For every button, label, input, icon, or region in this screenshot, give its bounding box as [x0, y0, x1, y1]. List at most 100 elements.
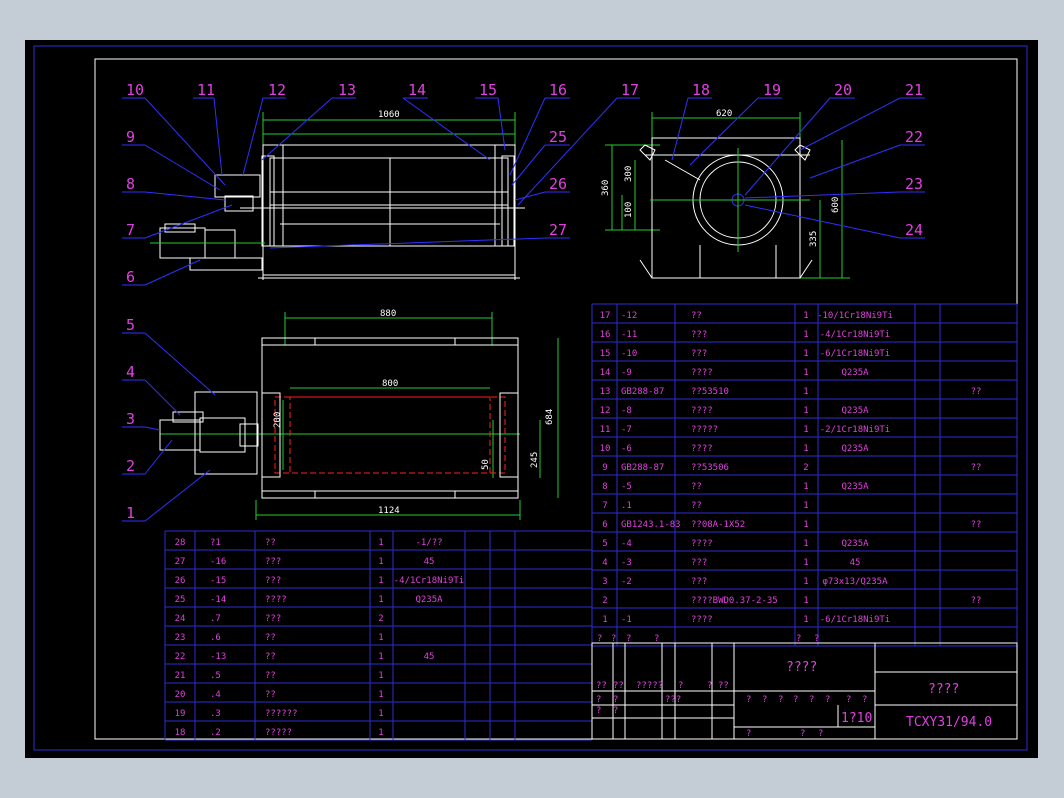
signature-cell: ?: [613, 706, 618, 716]
balloon-21: 21: [905, 81, 923, 99]
balloon-25: 25: [549, 128, 567, 146]
bom-right-cell: 6: [602, 520, 607, 530]
bom-right-cell: 17: [600, 311, 611, 321]
bom-right-cell: -10/1Cr18Ni9Ti: [817, 311, 893, 321]
balloon-17: 17: [621, 81, 639, 99]
bom-left-cell: ?????: [265, 728, 292, 738]
balloon-22: 22: [905, 128, 923, 146]
bom-right-cell: GB1243.1-83: [621, 520, 681, 530]
stage-cell: ?: [793, 695, 798, 705]
bom-left-cell: ??: [265, 652, 276, 662]
balloon-19: 19: [763, 81, 781, 99]
bom-right-cell: ????: [691, 406, 713, 416]
signature-cell: ??: [718, 681, 729, 691]
bom-right-cell: ????: [691, 615, 713, 625]
bom-right-cell: 1: [803, 596, 808, 606]
bom-left-cell: ?1: [210, 538, 221, 548]
bom-right-cell: 1: [803, 406, 808, 416]
dim-360: 360: [601, 180, 611, 196]
bom-left-cell: 1: [378, 728, 383, 738]
bom-left-cell: 22: [175, 652, 186, 662]
bom-right-cell: ????: [691, 539, 713, 549]
bom-right-cell: 2: [803, 463, 808, 473]
bom-right-cell: Q235A: [841, 539, 869, 549]
bom-right-cell: Q235A: [841, 368, 869, 378]
dim-245: 245: [530, 452, 540, 468]
bom-right-cell: ???: [691, 349, 707, 359]
bom-right-cell: ?????: [691, 425, 718, 435]
bom-left-cell: 1: [378, 557, 383, 567]
bom-right-cell: 1: [803, 558, 808, 568]
bom-left-cell: ???: [265, 576, 281, 586]
bom-right-cell: .1: [621, 501, 632, 511]
stage-cell: ?: [825, 695, 830, 705]
bom-left-cell: ??: [265, 538, 276, 548]
signature-cell: ?: [596, 706, 601, 716]
balloon-6: 6: [126, 268, 135, 286]
bom-left-cell: 20: [175, 690, 186, 700]
bom-right-cell: 8: [602, 482, 607, 492]
bom-right-cell: 9: [602, 463, 607, 473]
bom-right-cell: 1: [803, 330, 808, 340]
signature-cell: ??: [596, 681, 607, 691]
bom-left-cell: .3: [210, 709, 221, 719]
company-name: ????: [928, 682, 959, 697]
signature-cell: ?: [707, 681, 712, 691]
bom-left-cell: 1: [378, 633, 383, 643]
bom-right-cell: 1: [803, 425, 808, 435]
bom-left-cell: -16: [210, 557, 226, 567]
bom-left-cell: ??????: [265, 709, 298, 719]
bom-right-cell: 1: [803, 577, 808, 587]
bom-right-cell: -6/1Cr18Ni9Ti: [820, 349, 890, 359]
bom-left-cell: 1: [378, 652, 383, 662]
bom-left-cell: 1: [378, 709, 383, 719]
bom-right-cell: 4: [602, 558, 607, 568]
dim-300: 300: [624, 166, 634, 182]
bom-left-cell: ????: [265, 595, 287, 605]
bom-right-cell: 16: [600, 330, 611, 340]
dim-100: 100: [624, 202, 634, 218]
bom-right-cell: 1: [803, 368, 808, 378]
bom-right-cell: 1: [803, 482, 808, 492]
bom-right-cell: -4: [621, 539, 632, 549]
balloon-4: 4: [126, 363, 135, 381]
bom-left-cell: 28: [175, 538, 186, 548]
bom-right-cell: ??: [971, 520, 982, 530]
bom-right-cell: -11: [621, 330, 637, 340]
bom-right-cell: ??53506: [691, 463, 729, 473]
dim-50: 50: [481, 459, 491, 470]
balloon-24: 24: [905, 221, 923, 239]
drawing-number: TCXY31/94.0: [906, 715, 992, 730]
bom-left-cell: 1: [378, 538, 383, 548]
bom-left-cell: 1: [378, 576, 383, 586]
balloon-10: 10: [126, 81, 144, 99]
signature-cell: ?: [678, 681, 683, 691]
bom-right-cell: 1: [803, 349, 808, 359]
bom-right-cell: ???: [691, 330, 707, 340]
bom-right-cell: 13: [600, 387, 611, 397]
bom-right-cell: -6/1Cr18Ni9Ti: [820, 615, 890, 625]
bom-right-cell: 3: [602, 577, 607, 587]
balloon-23: 23: [905, 175, 923, 193]
bom-right-cell: 1: [803, 501, 808, 511]
dim-600: 600: [831, 197, 841, 213]
balloon-1: 1: [126, 504, 135, 522]
bom-left-cell: ??: [265, 633, 276, 643]
bom-left-cell: 18: [175, 728, 186, 738]
balloon-8: 8: [126, 175, 135, 193]
stage-cell: ?: [846, 695, 851, 705]
bom-left-cell: 1: [378, 595, 383, 605]
bom-left-cell: .6: [210, 633, 221, 643]
bom-right-cell: -10: [621, 349, 637, 359]
bom-right-cell: -2/1Cr18Ni9Ti: [820, 425, 890, 435]
bom-right-cell: ????: [691, 444, 713, 454]
bom-right-cell: φ73x13/Q235A: [822, 577, 888, 587]
bom-left-cell: 19: [175, 709, 186, 719]
bom-right-cell: 14: [600, 368, 611, 378]
balloon-9: 9: [126, 128, 135, 146]
bom-left-cell: .4: [210, 690, 221, 700]
bom-right-cell: -2: [621, 577, 632, 587]
balloon-26: 26: [549, 175, 567, 193]
bom-right-cell: 11: [600, 425, 611, 435]
bom-right-cell: 1: [803, 444, 808, 454]
